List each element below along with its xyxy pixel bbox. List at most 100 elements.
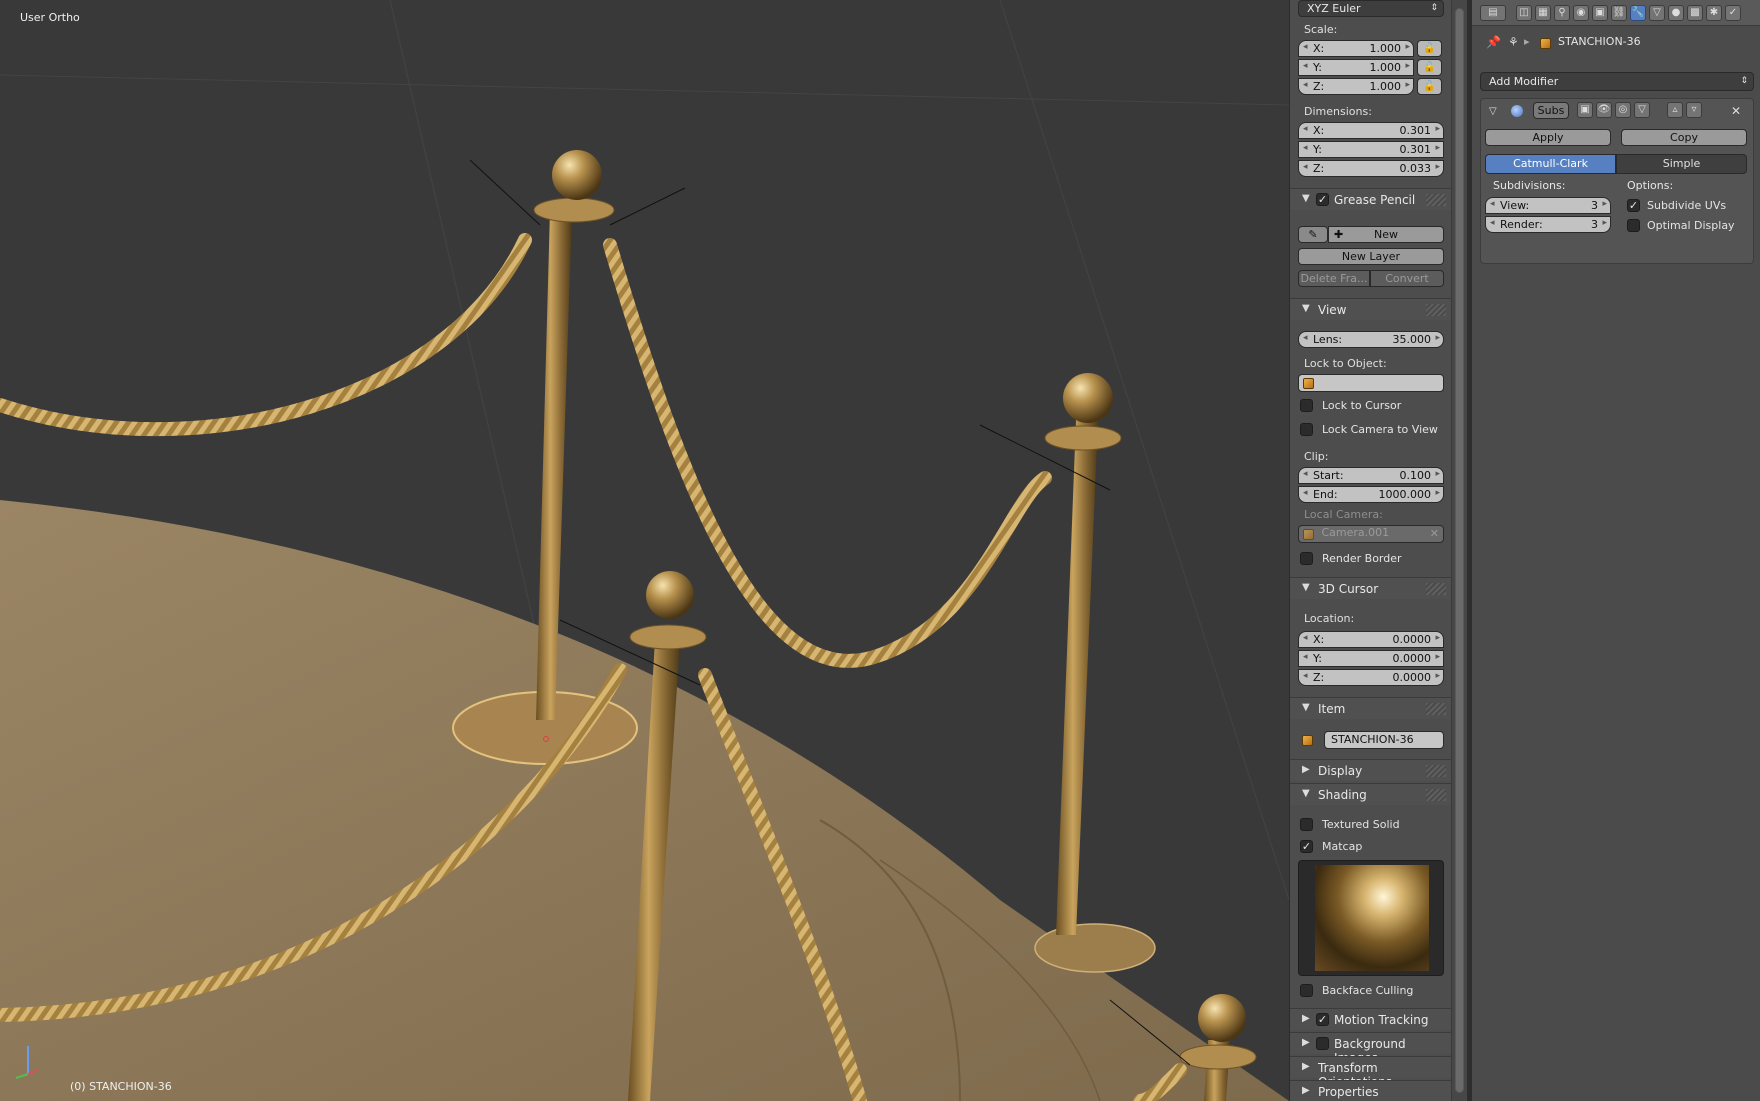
object-icon: [1302, 735, 1313, 746]
new-grease-pencil-button[interactable]: ✚ New: [1328, 226, 1444, 243]
scale-y-field[interactable]: ◂ Y: 1.000 ▸: [1298, 59, 1414, 76]
panel-header-3d-cursor[interactable]: ▼ 3D Cursor: [1290, 577, 1451, 599]
backface-culling-checkbox[interactable]: [1300, 984, 1313, 997]
drag-grip-icon[interactable]: [1426, 703, 1446, 715]
cursor-y-field[interactable]: ◂ Y: 0.0000 ▸: [1298, 650, 1444, 667]
expanded-triangle-icon: ▼: [1302, 582, 1310, 593]
physics-tab-icon[interactable]: ✓: [1725, 5, 1741, 21]
viewport-display-eye-icon[interactable]: 👁: [1596, 102, 1612, 118]
render-tab-icon[interactable]: ◫: [1516, 5, 1532, 21]
new-layer-button[interactable]: New Layer: [1298, 248, 1444, 265]
panel-header-properties[interactable]: ▶ Properties: [1290, 1080, 1451, 1101]
decrement-arrow-icon: ◂: [1303, 143, 1308, 153]
drag-grip-icon[interactable]: [1426, 194, 1446, 206]
constraints-tab-icon[interactable]: ⛓: [1611, 5, 1627, 21]
scene-tab-icon[interactable]: ⚲: [1554, 5, 1570, 21]
background-images-checkbox[interactable]: [1316, 1037, 1329, 1050]
collapsed-triangle-icon: ▶: [1302, 1085, 1310, 1096]
copy-button[interactable]: Copy: [1621, 129, 1747, 146]
grease-pencil-checkbox[interactable]: ✓: [1316, 193, 1329, 206]
lens-field[interactable]: ◂ Lens: 35.000 ▸: [1298, 331, 1444, 348]
collapse-triangle-icon[interactable]: ▽: [1489, 106, 1497, 117]
move-up-icon[interactable]: ▵: [1667, 102, 1683, 118]
subdiv-view-field[interactable]: ◂ View: 3 ▸: [1485, 197, 1611, 214]
matcap-checkbox[interactable]: ✓: [1300, 840, 1313, 853]
dimensions-y-field[interactable]: ◂ Y: 0.301 ▸: [1298, 141, 1444, 158]
simple-toggle[interactable]: Simple: [1616, 154, 1747, 174]
dimensions-z-field[interactable]: ◂ Z: 0.033 ▸: [1298, 160, 1444, 177]
lock-to-object-field[interactable]: [1298, 374, 1444, 392]
material-tab-icon[interactable]: ●: [1668, 5, 1684, 21]
subsurf-modifier-icon: [1511, 105, 1523, 117]
world-tab-icon[interactable]: ◉: [1573, 5, 1589, 21]
remove-modifier-x-icon[interactable]: ✕: [1731, 104, 1741, 118]
decrement-arrow-icon: ◂: [1303, 671, 1308, 681]
drag-grip-icon[interactable]: [1426, 789, 1446, 801]
panel-header-grease-pencil[interactable]: ▼ ✓ Grease Pencil: [1290, 188, 1451, 210]
dimensions-x-field[interactable]: ◂ X: 0.301 ▸: [1298, 122, 1444, 139]
modifier-name-field[interactable]: Subs: [1533, 102, 1569, 119]
optimal-display-checkbox[interactable]: [1627, 219, 1640, 232]
properties-toolbar: ▤ ◫ ▦ ⚲ ◉ ▣ ⛓ 🔧 ▽ ● ▩ ✱ ✓: [1472, 0, 1760, 26]
edit-mode-display-icon[interactable]: ▣: [1577, 102, 1593, 118]
drag-grip-icon[interactable]: [1426, 765, 1446, 777]
rotation-mode-dropdown[interactable]: XYZ Euler ⇕: [1298, 0, 1444, 17]
lock-to-cursor-checkbox[interactable]: [1300, 399, 1313, 412]
panel-header-transform-orientations[interactable]: ▶ Transform Orientations: [1290, 1056, 1451, 1089]
scrollbar-thumb[interactable]: [1455, 8, 1464, 1093]
clip-end-field[interactable]: ◂ End: 1000.000 ▸: [1298, 486, 1444, 503]
cursor-x-field[interactable]: ◂ X: 0.0000 ▸: [1298, 631, 1444, 648]
panel-header-view[interactable]: ▼ View: [1290, 298, 1451, 320]
panel-header-motion-tracking[interactable]: ▶ ✓ Motion Tracking: [1290, 1008, 1451, 1030]
particles-tab-icon[interactable]: ✱: [1706, 5, 1722, 21]
convert-button[interactable]: Convert: [1370, 270, 1444, 287]
item-name-field[interactable]: STANCHION-36: [1324, 731, 1444, 749]
apply-button[interactable]: Apply: [1485, 129, 1611, 146]
panel-title: Motion Tracking: [1334, 1013, 1429, 1027]
cursor-z-field[interactable]: ◂ Z: 0.0000 ▸: [1298, 669, 1444, 686]
n-panel-scrollbar[interactable]: [1451, 0, 1467, 1101]
panel-header-background-images[interactable]: ▶ Background Images: [1290, 1032, 1451, 1065]
panel-header-item[interactable]: ▼ Item: [1290, 697, 1451, 719]
pencil-icon[interactable]: ✎: [1298, 226, 1328, 243]
scale-x-lock-icon[interactable]: 🔓: [1417, 40, 1442, 57]
clear-x-icon[interactable]: ✕: [1430, 527, 1439, 540]
subdiv-render-field[interactable]: ◂ Render: 3 ▸: [1485, 216, 1611, 233]
move-down-icon[interactable]: ▿: [1686, 102, 1702, 118]
scale-z-field[interactable]: ◂ Z: 1.000 ▸: [1298, 78, 1414, 95]
delete-frame-button[interactable]: Delete Fra...: [1298, 270, 1370, 287]
catmull-clark-toggle[interactable]: Catmull-Clark: [1485, 154, 1616, 174]
motion-tracking-checkbox[interactable]: ✓: [1316, 1013, 1329, 1026]
render-display-camera-icon[interactable]: ◎: [1615, 102, 1631, 118]
modifiers-wrench-icon[interactable]: 🔧: [1630, 5, 1646, 21]
render-border-checkbox[interactable]: [1300, 552, 1313, 565]
textured-solid-checkbox[interactable]: [1300, 818, 1313, 831]
cage-display-icon[interactable]: ▽: [1634, 102, 1650, 118]
3d-viewport[interactable]: User Ortho (0) STANCHION-36: [0, 0, 1289, 1101]
object-tab-icon[interactable]: ▣: [1592, 5, 1608, 21]
clip-start-field[interactable]: ◂ Start: 0.100 ▸: [1298, 467, 1444, 484]
matcap-sphere-image: [1315, 865, 1429, 971]
lock-to-object-label: Lock to Object:: [1304, 357, 1387, 370]
local-camera-field[interactable]: Camera.001 ✕: [1298, 525, 1444, 543]
subdivide-uvs-checkbox[interactable]: ✓: [1627, 199, 1640, 212]
scale-z-lock-icon[interactable]: 🔓: [1417, 78, 1442, 95]
scale-y-lock-icon[interactable]: 🔓: [1417, 59, 1442, 76]
matcap-preview[interactable]: [1298, 860, 1444, 976]
scale-x-field[interactable]: ◂ X: 1.000 ▸: [1298, 40, 1414, 57]
render-layers-tab-icon[interactable]: ▦: [1535, 5, 1551, 21]
pin-icon[interactable]: 📌: [1486, 35, 1501, 49]
texture-tab-icon[interactable]: ▩: [1687, 5, 1703, 21]
drag-grip-icon[interactable]: [1426, 583, 1446, 595]
panel-header-shading[interactable]: ▼ Shading: [1290, 783, 1451, 805]
scene-render: [0, 0, 1289, 1101]
decrement-arrow-icon: ◂: [1490, 199, 1495, 209]
editor-type-icon[interactable]: ▤: [1480, 5, 1506, 21]
drag-grip-icon[interactable]: [1426, 304, 1446, 316]
panel-header-display[interactable]: ▶ Display: [1290, 759, 1451, 781]
viewport-status: (0) STANCHION-36: [70, 1080, 172, 1093]
add-modifier-dropdown[interactable]: Add Modifier ⇕: [1480, 72, 1754, 91]
data-tab-icon[interactable]: ▽: [1649, 5, 1665, 21]
lock-camera-checkbox[interactable]: [1300, 423, 1313, 436]
panel-title: Shading: [1318, 788, 1367, 802]
